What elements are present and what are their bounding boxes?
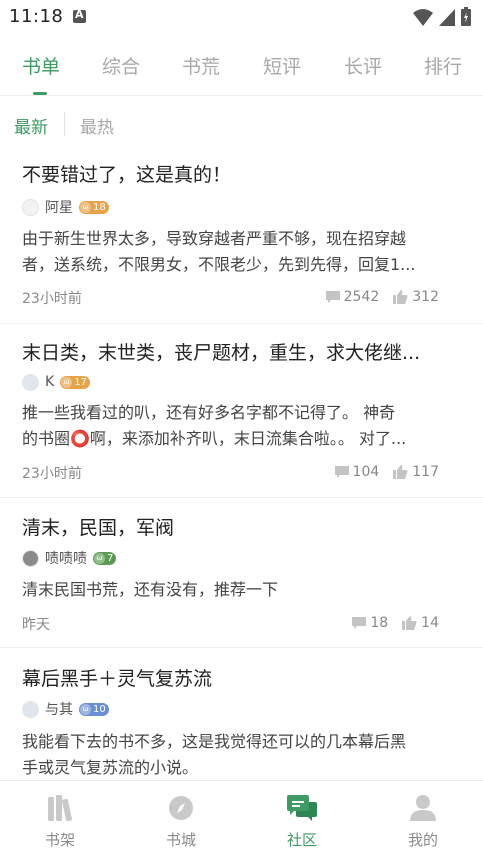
status-time: 11:18 (9, 6, 64, 27)
author-row: 啧啧啧 ω7 (22, 547, 117, 569)
post-item[interactable]: 清末，民国，军阀 啧啧啧 ω7 清末民国书荒，还有没有，推荐一下 昨天 18 1… (0, 498, 483, 648)
post-time: 23小时前 (22, 291, 82, 307)
nav-label: 书城 (165, 831, 196, 849)
tab-book-request[interactable]: 书荒 (182, 52, 220, 79)
tab-ranking[interactable]: 排行 (424, 52, 462, 79)
nav-label: 我的 (407, 831, 438, 849)
post-body: 推一些我看过的叭，还有好多名字都不记得了。 神奇 的书圈⭕啊，来添加补齐叭，末日… (22, 403, 407, 448)
author-row: 与其 ω 10 (22, 698, 109, 720)
level-badge: ω 17 (60, 375, 90, 389)
status-icons (413, 7, 471, 26)
comment-icon (334, 466, 349, 478)
post-item[interactable]: 幕后黑手＋灵气复苏流 与其 ω 10 我能看下去的书不多，这是我觉得还可以的几本幕… (0, 648, 483, 780)
nav-bookshelf[interactable]: 书架 (20, 795, 100, 850)
level-icon: ω (80, 703, 91, 715)
avatar (22, 700, 39, 718)
chat-icon (287, 795, 317, 821)
post-body: 由于新生世界太多，导致穿越者严重不够，现在招穿越 者，送系统，不限男女，不限老少… (22, 229, 416, 274)
like-count[interactable]: 312 (393, 289, 439, 305)
bookshelf-icon (48, 795, 73, 822)
tab-book-list[interactable]: 书单 (22, 52, 60, 79)
bottom-nav: 书架 书城 社区 我的 (0, 780, 483, 858)
comment-count[interactable]: 18 (352, 615, 388, 631)
thumbs-up-icon (393, 290, 408, 304)
comment-count[interactable]: 104 (334, 464, 379, 480)
post-title: 不要错过了，这是真的！ (22, 164, 232, 186)
post-item[interactable]: 不要错过了，这是真的！ 阿星 ω 18 由于新生世界太多，导致穿越者严重不够，现在… (0, 144, 483, 324)
thumbs-up-icon (402, 616, 417, 630)
signal-icon (439, 9, 455, 26)
nav-label: 书架 (44, 831, 75, 849)
avatar (22, 549, 39, 567)
nav-profile[interactable]: 我的 (383, 795, 463, 850)
level-icon: ω (80, 201, 91, 213)
post-stats: 2542 312 (312, 289, 439, 305)
sort-divider (64, 112, 65, 136)
avatar (22, 198, 39, 216)
post-stats: 104 117 (321, 464, 439, 480)
tab-short-review[interactable]: 短评 (263, 52, 301, 79)
level-badge: ω 18 (79, 200, 109, 214)
level-icon: ω (94, 552, 105, 564)
comment-count[interactable]: 2542 (325, 289, 379, 305)
sort-row: 最新 最热 (0, 106, 483, 142)
author-row: K ω 17 (22, 371, 90, 393)
author-name: K (45, 374, 55, 390)
author-name: 与其 (45, 702, 73, 718)
post-title: 清末，民国，军阀 (22, 517, 175, 539)
level-badge: ω7 (93, 551, 117, 565)
comment-icon (352, 617, 367, 629)
post-time: 昨天 (22, 617, 50, 633)
avatar (22, 373, 39, 391)
compass-icon (169, 796, 193, 820)
person-icon (410, 795, 436, 821)
level-icon: ω (61, 376, 73, 388)
post-title: 末日类，末世类，丧尸题材，重生，求大佬继... (22, 342, 421, 364)
post-stats: 18 14 (338, 615, 439, 631)
post-body: 我能看下去的书不多，这是我觉得还可以的几本幕后黑 手或灵气复苏流的小说。 (22, 732, 407, 777)
like-count[interactable]: 14 (402, 615, 439, 631)
tab-general[interactable]: 综合 (102, 52, 140, 79)
sort-hottest-button[interactable]: 最热 (80, 113, 114, 138)
level-badge: ω 10 (79, 702, 109, 716)
sort-newest-button[interactable]: 最新 (14, 113, 48, 138)
like-count[interactable]: 117 (393, 464, 439, 480)
post-title: 幕后黑手＋灵气复苏流 (22, 668, 213, 690)
wifi-icon (413, 9, 433, 26)
post-body: 清末民国书荒，还有没有，推荐一下 (22, 580, 279, 599)
tab-indicator (33, 92, 47, 95)
battery-icon (461, 7, 471, 26)
nav-community[interactable]: 社区 (262, 795, 342, 850)
tab-long-review[interactable]: 长评 (344, 52, 382, 79)
comment-icon (325, 291, 340, 303)
author-name: 阿星 (45, 200, 73, 216)
author-name: 啧啧啧 (45, 551, 87, 567)
nav-label: 社区 (286, 831, 317, 849)
post-time: 23小时前 (22, 466, 82, 482)
nav-bookstore[interactable]: 书城 (141, 795, 221, 850)
author-row: 阿星 ω 18 (22, 196, 109, 218)
tab-bar: 书单 综合 书荒 短评 长评 排行 (0, 36, 483, 96)
a-icon (73, 8, 86, 23)
thumbs-up-icon (393, 465, 408, 479)
status-bar: 11:18 (0, 0, 483, 34)
post-item[interactable]: 末日类，末世类，丧尸题材，重生，求大佬继... K ω 17 推一些我看过的叭，还… (0, 324, 483, 498)
